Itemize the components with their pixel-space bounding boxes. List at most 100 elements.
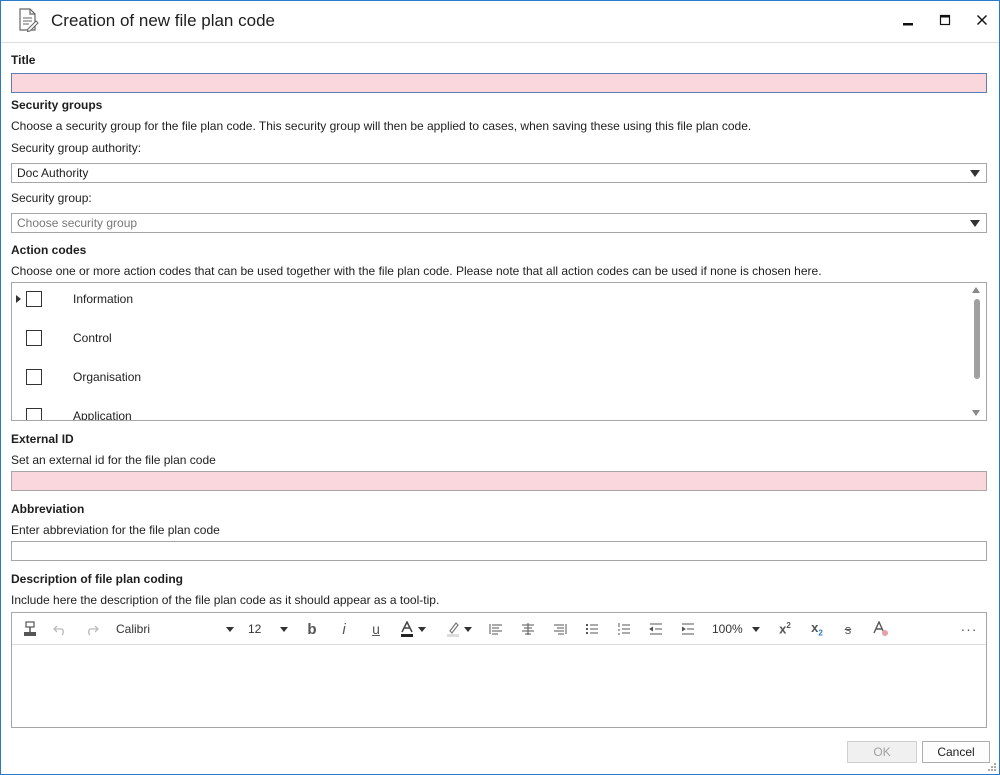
window-title: Creation of new file plan code bbox=[51, 11, 275, 30]
security-authority-label: Security group authority: bbox=[11, 141, 142, 155]
superscript-button[interactable]: x2 bbox=[774, 619, 796, 639]
close-button[interactable] bbox=[969, 9, 995, 31]
italic-button[interactable]: i bbox=[334, 619, 354, 639]
dropdown-arrow-icon bbox=[970, 220, 980, 227]
font-size-value: 12 bbox=[248, 622, 262, 636]
action-codes-heading: Action codes bbox=[11, 243, 87, 257]
tree-scrollbar[interactable] bbox=[968, 283, 986, 420]
highlight-button[interactable] bbox=[444, 619, 474, 639]
tree-item-information[interactable]: Information bbox=[12, 290, 962, 310]
zoom-value: 100% bbox=[712, 622, 743, 636]
underline-icon: u bbox=[372, 621, 380, 637]
numbered-list-icon bbox=[618, 623, 630, 635]
action-codes-tree[interactable]: Information Control Organisation Applica… bbox=[11, 282, 987, 421]
minimize-button[interactable] bbox=[895, 9, 921, 31]
tree-item-application[interactable]: Application bbox=[12, 407, 962, 421]
minimize-icon bbox=[903, 23, 913, 26]
dialog-window: Creation of new file plan code Title Sec… bbox=[0, 0, 1000, 775]
superscript-icon: x2 bbox=[779, 621, 791, 637]
external-id-heading: External ID bbox=[11, 432, 74, 446]
align-center-icon bbox=[522, 623, 534, 635]
security-authority-value: Doc Authority bbox=[17, 166, 89, 180]
undo-icon bbox=[53, 625, 64, 636]
cancel-button[interactable]: Cancel bbox=[922, 741, 990, 763]
bold-icon: b bbox=[307, 620, 317, 638]
action-codes-description: Choose one or more action codes that can… bbox=[11, 264, 822, 278]
align-right-button[interactable] bbox=[550, 619, 570, 639]
strikethrough-button[interactable]: s bbox=[838, 619, 858, 639]
checkbox[interactable] bbox=[26, 330, 42, 346]
clear-formatting-button[interactable] bbox=[870, 619, 892, 639]
bold-button[interactable]: b bbox=[302, 619, 322, 639]
italic-icon: i bbox=[342, 620, 346, 638]
checkbox[interactable] bbox=[26, 369, 42, 385]
undo-button[interactable] bbox=[50, 619, 70, 639]
numbered-list-button[interactable] bbox=[614, 619, 634, 639]
bullet-list-button[interactable] bbox=[582, 619, 602, 639]
decrease-indent-button[interactable] bbox=[646, 619, 666, 639]
checkbox[interactable] bbox=[26, 291, 42, 307]
subscript-icon: x2 bbox=[811, 620, 823, 638]
security-group-label: Security group: bbox=[11, 191, 92, 205]
scroll-down-icon[interactable] bbox=[972, 410, 980, 416]
security-group-select[interactable]: Choose security group bbox=[11, 213, 987, 233]
highlight-icon bbox=[447, 622, 459, 637]
title-label: Title bbox=[11, 53, 36, 67]
bullet-list-icon bbox=[586, 624, 598, 634]
abbreviation-description: Enter abbreviation for the file plan cod… bbox=[11, 523, 220, 537]
external-id-description: Set an external id for the file plan cod… bbox=[11, 453, 216, 467]
checkbox[interactable] bbox=[26, 408, 42, 420]
chevron-down-icon bbox=[752, 626, 760, 632]
decrease-indent-icon bbox=[649, 623, 662, 635]
font-color-icon bbox=[401, 621, 413, 637]
abbreviation-heading: Abbreviation bbox=[11, 502, 85, 516]
increase-indent-button[interactable] bbox=[678, 619, 698, 639]
rich-text-editor[interactable]: Calibri 12 b i u 100% x2 x2 s ··· bbox=[11, 612, 987, 728]
tree-item-label: Organisation bbox=[73, 370, 142, 384]
font-color-button[interactable] bbox=[398, 619, 428, 639]
expand-arrow-icon[interactable] bbox=[16, 295, 21, 303]
align-left-button[interactable] bbox=[486, 619, 506, 639]
font-family-select[interactable]: Calibri bbox=[116, 619, 234, 639]
zoom-select[interactable]: 100% bbox=[712, 619, 760, 639]
scroll-thumb[interactable] bbox=[974, 299, 980, 379]
title-bar: Creation of new file plan code bbox=[1, 1, 999, 43]
font-size-select[interactable]: 12 bbox=[248, 619, 288, 639]
clear-formatting-icon bbox=[873, 621, 888, 636]
maximize-icon bbox=[939, 14, 951, 26]
subscript-button[interactable]: x2 bbox=[806, 619, 828, 639]
tree-item-organisation[interactable]: Organisation bbox=[12, 368, 962, 388]
resize-grip-icon[interactable] bbox=[987, 762, 997, 772]
strikethrough-icon: s bbox=[844, 621, 852, 637]
format-painter-button[interactable] bbox=[20, 619, 40, 639]
security-group-placeholder: Choose security group bbox=[17, 216, 138, 230]
align-center-button[interactable] bbox=[518, 619, 538, 639]
description-help-text: Include here the description of the file… bbox=[11, 593, 440, 607]
redo-button[interactable] bbox=[82, 619, 102, 639]
tree-item-label: Control bbox=[73, 331, 112, 345]
title-input[interactable] bbox=[11, 73, 987, 93]
security-groups-heading: Security groups bbox=[11, 98, 103, 112]
close-icon bbox=[977, 15, 987, 25]
chevron-down-icon bbox=[280, 626, 288, 632]
external-id-input[interactable] bbox=[11, 471, 987, 491]
redo-icon bbox=[88, 625, 99, 636]
editor-toolbar: Calibri 12 b i u 100% x2 x2 s ··· bbox=[12, 613, 986, 645]
chevron-down-icon bbox=[418, 626, 426, 632]
font-family-value: Calibri bbox=[116, 622, 151, 636]
align-right-icon bbox=[554, 624, 567, 635]
format-painter-icon bbox=[24, 621, 36, 636]
tree-item-label: Application bbox=[73, 409, 132, 421]
document-edit-icon bbox=[17, 8, 39, 33]
underline-button[interactable]: u bbox=[366, 619, 386, 639]
security-authority-select[interactable]: Doc Authority bbox=[11, 163, 987, 183]
maximize-button[interactable] bbox=[932, 9, 958, 31]
more-options-button[interactable]: ··· bbox=[958, 619, 980, 639]
ok-button[interactable]: OK bbox=[847, 741, 917, 763]
align-left-icon bbox=[489, 624, 502, 635]
increase-indent-icon bbox=[681, 623, 694, 635]
abbreviation-input[interactable] bbox=[11, 541, 987, 561]
tree-item-control[interactable]: Control bbox=[12, 329, 962, 349]
editor-content-area[interactable] bbox=[12, 646, 986, 727]
scroll-up-icon[interactable] bbox=[972, 287, 980, 293]
